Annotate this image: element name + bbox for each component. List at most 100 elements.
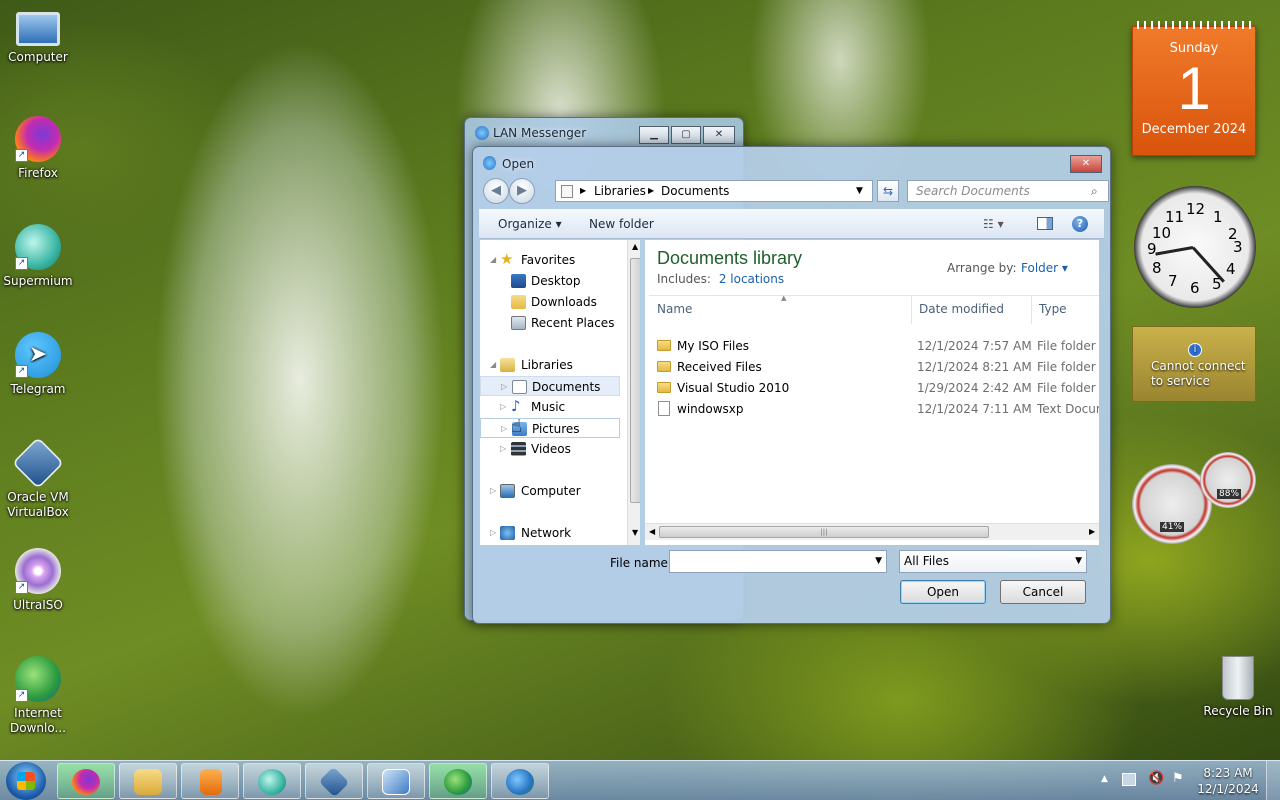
desktop-icon-recycle-bin[interactable]: Recycle Bin xyxy=(1198,656,1278,719)
new-folder-button[interactable]: New folder xyxy=(589,217,654,231)
file-type: File folder xyxy=(1037,381,1096,395)
back-button[interactable]: ◀ xyxy=(483,178,509,204)
file-list-pane[interactable]: Documents library Includes: 2 locations … xyxy=(645,240,1099,545)
breadcrumb-libraries[interactable]: Libraries xyxy=(594,181,646,201)
taskbar-lan-messenger[interactable] xyxy=(491,763,549,799)
column-name[interactable]: Name xyxy=(657,302,692,316)
tree-videos[interactable]: ▷ Videos xyxy=(480,439,620,459)
horizontal-scrollbar[interactable]: ◀ ||| ▶ xyxy=(645,523,1099,540)
tree-downloads[interactable]: Downloads xyxy=(480,292,620,312)
preview-pane-icon[interactable] xyxy=(1037,217,1053,230)
tree-favorites[interactable]: ◢ ★ Favorites xyxy=(480,250,620,270)
file-type-filter[interactable]: All Files ▼ xyxy=(899,550,1087,573)
cancel-button[interactable]: Cancel xyxy=(1000,580,1086,604)
taskbar-media-player[interactable] xyxy=(181,763,239,799)
desktop-icon-supermium[interactable]: ↗ Supermium xyxy=(0,224,76,289)
navigation-pane[interactable]: ◢ ★ Favorites Desktop Downloads Recent P… xyxy=(480,240,640,545)
system-clock[interactable]: 8:23 AM 12/1/2024 xyxy=(1196,765,1260,797)
expand-arrow-icon[interactable]: ◢ xyxy=(490,250,496,270)
arrange-by-dropdown[interactable]: Folder ▾ xyxy=(1021,261,1068,275)
desktop-icon-virtualbox[interactable]: Oracle VM VirtualBox xyxy=(0,436,76,520)
taskbar-explorer[interactable] xyxy=(119,763,177,799)
file-name: My ISO Files xyxy=(677,339,750,353)
show-hidden-icons-button[interactable]: ▲ xyxy=(1101,774,1108,784)
collapsed-arrow-icon[interactable]: ▷ xyxy=(501,419,507,439)
flag-icon[interactable]: ⚑ xyxy=(1172,771,1184,786)
tree-desktop[interactable]: Desktop xyxy=(480,271,620,291)
taskbar-windows-8-1[interactable] xyxy=(367,763,425,799)
collapsed-arrow-icon[interactable]: ▷ xyxy=(490,481,496,501)
tree-music[interactable]: ▷ ♪ Music xyxy=(480,397,620,417)
help-icon[interactable]: ? xyxy=(1072,216,1088,232)
taskbar-firefox[interactable] xyxy=(57,763,115,799)
desktop-icon-telegram[interactable]: ➤ ↗ Telegram xyxy=(0,332,76,397)
cpu-meter-gadget[interactable]: 41% 88% xyxy=(1130,450,1256,544)
scroll-right-arrow-icon[interactable]: ▶ xyxy=(1089,527,1095,536)
chevron-down-icon[interactable]: ▼ xyxy=(1075,551,1082,572)
column-date-modified[interactable]: Date modified xyxy=(919,302,1004,316)
scroll-left-arrow-icon[interactable]: ◀ xyxy=(649,527,655,536)
tree-computer[interactable]: ▷ Computer xyxy=(480,481,620,501)
collapsed-arrow-icon[interactable]: ▷ xyxy=(490,523,496,543)
minimize-button[interactable]: ▁ xyxy=(639,126,669,144)
network-icon xyxy=(500,526,515,540)
search-icon[interactable]: ⌕ xyxy=(1091,184,1098,199)
chevron-down-icon[interactable]: ▼ xyxy=(856,181,863,201)
scrollbar-thumb[interactable] xyxy=(630,258,640,503)
breadcrumb-documents[interactable]: Documents xyxy=(661,181,729,201)
action-center-icon[interactable] xyxy=(1122,773,1136,786)
column-divider[interactable] xyxy=(1031,296,1032,324)
file-row[interactable]: Received Files 12/1/2024 8:21 AM File fo… xyxy=(655,357,1099,377)
taskbar-idm[interactable] xyxy=(429,763,487,799)
volume-muted-icon[interactable]: 🔇 xyxy=(1148,771,1164,786)
weather-gadget[interactable]: i Cannot connect to service xyxy=(1132,326,1256,402)
organize-button[interactable]: Organize ▾ xyxy=(498,217,562,231)
open-button[interactable]: Open xyxy=(900,580,986,604)
file-date: 12/1/2024 7:11 AM xyxy=(917,402,1032,416)
tree-network[interactable]: ▷ Network xyxy=(480,523,620,543)
dialog-title: Open xyxy=(502,157,535,171)
tree-scrollbar[interactable]: ▲ ▼ xyxy=(627,240,640,545)
tree-recent-places[interactable]: Recent Places xyxy=(480,313,620,333)
taskbar-virtualbox[interactable] xyxy=(305,763,363,799)
file-row[interactable]: My ISO Files 12/1/2024 7:57 AM File fold… xyxy=(655,336,1099,356)
tree-pictures[interactable]: ▷ Pictures ☝ xyxy=(480,417,620,439)
maximize-button[interactable]: ▢ xyxy=(671,126,701,144)
dialog-close-button[interactable]: ✕ xyxy=(1070,155,1102,173)
file-row[interactable]: Visual Studio 2010 1/29/2024 2:42 AM Fil… xyxy=(655,378,1099,398)
refresh-button[interactable]: ⇆ xyxy=(877,180,899,202)
calendar-gadget[interactable]: Sunday 1 December 2024 xyxy=(1132,21,1256,156)
open-dialog[interactable]: Open ✕ ◀ ▶ ▶ Libraries ▶ Documents ▼ ⇆ S… xyxy=(472,146,1111,624)
tree-libraries[interactable]: ◢ Libraries xyxy=(480,355,620,375)
desktop-icon-ultraiso[interactable]: ↗ UltraISO xyxy=(0,548,76,613)
supermium-icon: ↗ xyxy=(15,224,61,270)
column-divider[interactable] xyxy=(911,296,912,324)
collapsed-arrow-icon[interactable]: ▷ xyxy=(500,439,506,459)
collapsed-arrow-icon[interactable]: ▷ xyxy=(500,397,506,417)
close-button[interactable]: ✕ xyxy=(703,126,735,144)
desktop-icon-firefox[interactable]: ↗ Firefox xyxy=(0,116,76,181)
search-input[interactable]: Search Documents xyxy=(907,180,1109,202)
forward-button[interactable]: ▶ xyxy=(509,178,535,204)
clock-gadget[interactable]: 12 1 2 3 4 5 6 7 8 9 10 11 xyxy=(1134,186,1256,308)
collapsed-arrow-icon[interactable]: ▷ xyxy=(501,377,507,397)
start-button[interactable] xyxy=(6,762,46,800)
telegram-icon: ➤ ↗ xyxy=(15,332,61,378)
desktop-icon-computer[interactable]: Computer xyxy=(0,8,76,65)
file-row[interactable]: windowsxp 12/1/2024 7:11 AM Text Docume xyxy=(655,399,1099,419)
locations-link[interactable]: 2 locations xyxy=(719,272,784,286)
column-type[interactable]: Type xyxy=(1039,302,1067,316)
horizontal-scrollbar-thumb[interactable]: ||| xyxy=(659,526,989,538)
tree-label: Computer xyxy=(521,484,581,498)
chevron-down-icon[interactable]: ▼ xyxy=(875,551,882,572)
scroll-down-arrow-icon[interactable]: ▼ xyxy=(632,528,638,537)
taskbar-supermium[interactable] xyxy=(243,763,301,799)
address-bar[interactable]: ▶ Libraries ▶ Documents ▼ xyxy=(555,180,873,202)
scroll-up-arrow-icon[interactable]: ▲ xyxy=(632,242,638,251)
file-name-input[interactable]: ▼ xyxy=(669,550,887,573)
view-options-icon[interactable]: ☷ ▾ xyxy=(983,217,1004,231)
show-desktop-button[interactable] xyxy=(1266,761,1280,800)
desktop-icon-idm[interactable]: ↗ Internet Downlo... xyxy=(0,656,76,736)
tree-documents[interactable]: ▷ Documents xyxy=(480,376,620,396)
expand-arrow-icon[interactable]: ◢ xyxy=(490,355,496,375)
